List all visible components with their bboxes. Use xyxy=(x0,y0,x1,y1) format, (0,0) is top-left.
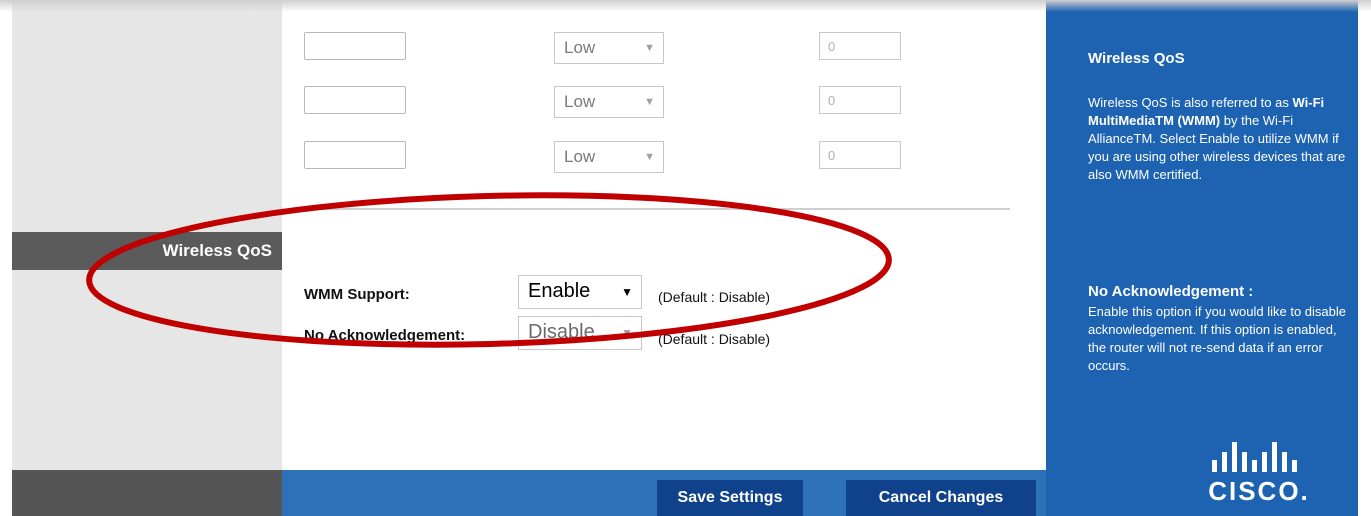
annotation-ellipse xyxy=(86,192,892,348)
top-shadow xyxy=(0,0,1371,12)
router-settings-page: Wireless QoS Low ▼ 0 Low ▼ 0 Low ▼ 0 WMM… xyxy=(0,0,1371,516)
